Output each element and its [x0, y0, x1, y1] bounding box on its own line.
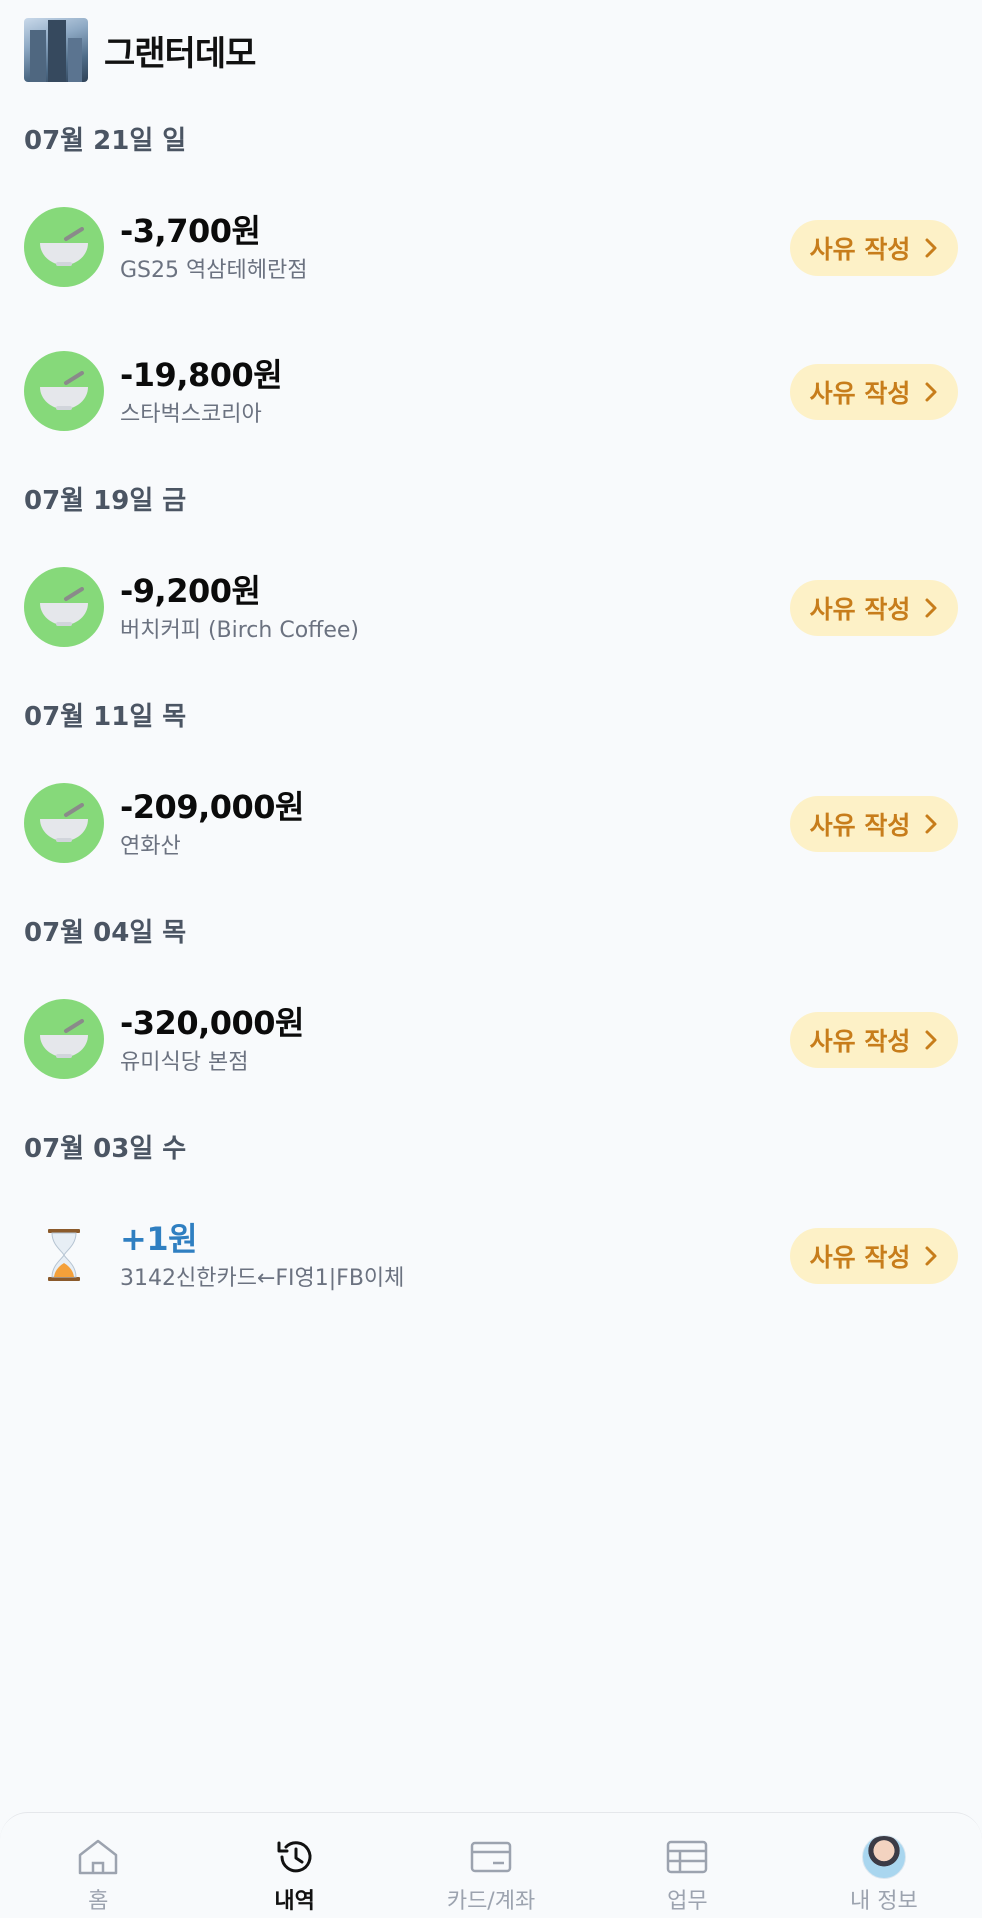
- company-name: 그랜터데모: [104, 33, 256, 74]
- transaction-row[interactable]: +1원 3142신한카드←FI영1|FB이체 사유 작성: [0, 1200, 982, 1310]
- history-icon: [273, 1837, 317, 1877]
- transaction-amount: -3,700원: [120, 212, 261, 250]
- transaction-amount: -320,000원: [120, 1004, 304, 1042]
- write-reason-button[interactable]: 사유 작성: [790, 796, 958, 852]
- transactions-page: 그랜터데모 07월 21일 일 -3,700원 GS25 역삼테헤란점 사유 작…: [0, 0, 982, 1918]
- write-reason-label: 사유 작성: [809, 379, 911, 408]
- tab-work[interactable]: 업무: [589, 1813, 785, 1918]
- company-logo: [24, 18, 88, 82]
- avatar-wrapper: [861, 1835, 906, 1879]
- write-reason-button[interactable]: 사유 작성: [790, 1012, 958, 1068]
- transaction-amount: +1원: [120, 1220, 198, 1258]
- merchant-name: 연화산: [120, 834, 181, 859]
- table-icon: [665, 1837, 709, 1877]
- chevron-right-icon: [924, 237, 938, 259]
- tab-card-account[interactable]: 카드/계좌: [393, 1813, 589, 1918]
- bowl-icon: [24, 783, 104, 863]
- date-header: 07월 21일 일: [24, 126, 187, 156]
- date-header: 07월 03일 수: [24, 1134, 187, 1164]
- transaction-row[interactable]: -9,200원 버치커피 (Birch Coffee) 사유 작성: [0, 552, 982, 662]
- write-reason-label: 사유 작성: [809, 595, 911, 624]
- chevron-right-icon: [924, 381, 938, 403]
- card-icon: [469, 1837, 513, 1877]
- transaction-row[interactable]: -3,700원 GS25 역삼테헤란점 사유 작성: [0, 192, 982, 302]
- write-reason-label: 사유 작성: [809, 1243, 911, 1272]
- tab-label: 카드/계좌: [446, 1889, 536, 1914]
- bowl-icon: [24, 351, 104, 431]
- transaction-amount: -9,200원: [120, 572, 261, 610]
- hourglass-icon: [24, 1215, 104, 1295]
- tab-history[interactable]: 내역: [196, 1813, 392, 1918]
- app-header: 그랜터데모: [0, 0, 982, 100]
- merchant-name: GS25 역삼테헤란점: [120, 258, 308, 283]
- bottom-tab-bar: 홈 내역 카드/계좌 업무 내 정보: [0, 1812, 982, 1918]
- write-reason-label: 사유 작성: [809, 235, 911, 264]
- write-reason-button[interactable]: 사유 작성: [790, 580, 958, 636]
- write-reason-button[interactable]: 사유 작성: [790, 220, 958, 276]
- write-reason-button[interactable]: 사유 작성: [790, 1228, 958, 1284]
- date-header: 07월 04일 목: [24, 918, 187, 948]
- tab-label: 내역: [274, 1889, 315, 1914]
- transaction-row[interactable]: -19,800원 스타벅스코리아 사유 작성: [0, 336, 982, 446]
- merchant-name: 3142신한카드←FI영1|FB이체: [120, 1266, 405, 1291]
- date-header: 07월 11일 목: [24, 702, 187, 732]
- transaction-row[interactable]: -209,000원 연화산 사유 작성: [0, 768, 982, 878]
- tab-label: 업무: [667, 1889, 708, 1914]
- chevron-right-icon: [924, 813, 938, 835]
- write-reason-button[interactable]: 사유 작성: [790, 364, 958, 420]
- tab-label: 내 정보: [849, 1889, 918, 1914]
- write-reason-label: 사유 작성: [809, 1027, 911, 1056]
- bowl-icon: [24, 999, 104, 1079]
- transaction-row[interactable]: -320,000원 유미식당 본점 사유 작성: [0, 984, 982, 1094]
- chevron-right-icon: [924, 1029, 938, 1051]
- date-header: 07월 19일 금: [24, 486, 187, 516]
- bowl-icon: [24, 207, 104, 287]
- chevron-right-icon: [924, 597, 938, 619]
- home-icon: [76, 1837, 120, 1877]
- transaction-amount: -209,000원: [120, 788, 304, 826]
- tab-home[interactable]: 홈: [0, 1813, 196, 1918]
- merchant-name: 버치커피 (Birch Coffee): [120, 618, 359, 643]
- chevron-right-icon: [924, 1245, 938, 1267]
- merchant-name: 스타벅스코리아: [120, 402, 262, 427]
- tab-label: 홈: [88, 1889, 109, 1914]
- write-reason-label: 사유 작성: [809, 811, 911, 840]
- tab-my-info[interactable]: 내 정보: [786, 1813, 982, 1918]
- bowl-icon: [24, 567, 104, 647]
- avatar: [861, 1835, 906, 1879]
- transaction-amount: -19,800원: [120, 356, 283, 394]
- merchant-name: 유미식당 본점: [120, 1050, 249, 1075]
